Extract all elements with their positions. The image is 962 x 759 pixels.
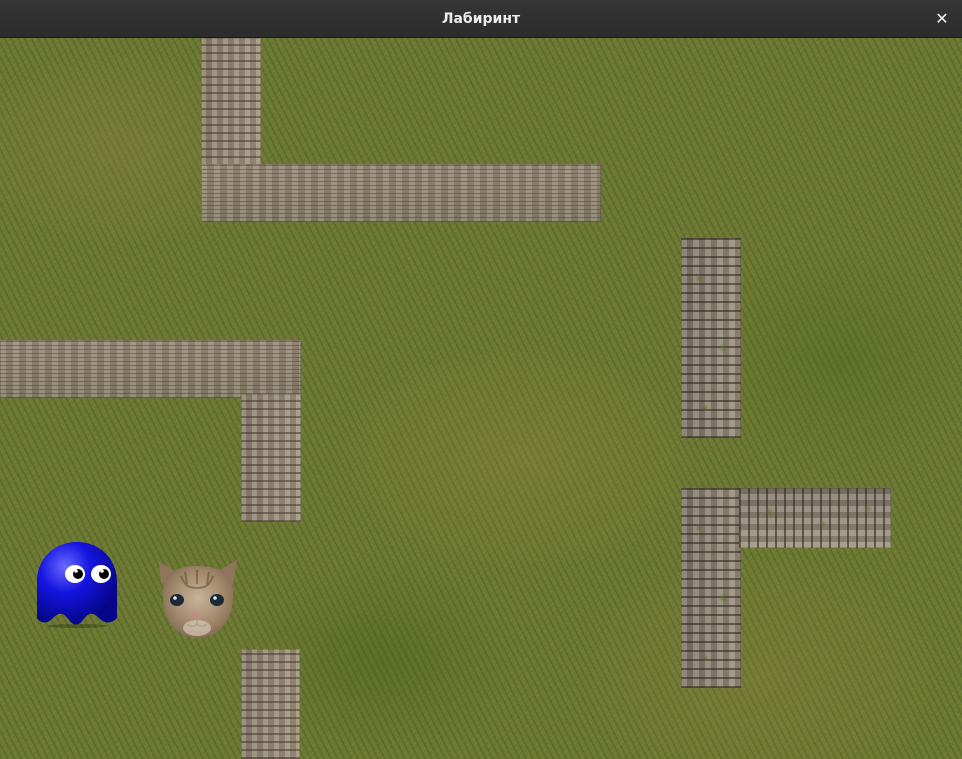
wall-right-lower-vertical <box>681 488 741 688</box>
wall-left-vertical <box>241 394 301 522</box>
wall-bottom-vertical <box>241 649 300 759</box>
maze-field[interactable] <box>0 38 962 759</box>
wall-right-lower-horizontal <box>739 488 891 548</box>
close-button[interactable]: ✕ <box>932 9 952 29</box>
cat-face-icon <box>159 560 237 638</box>
game-window: Лабиринт ✕ <box>0 0 962 759</box>
blue-ghost-icon <box>37 542 117 628</box>
wall-right-upper-vertical <box>681 238 741 438</box>
wall-left-horizontal <box>0 340 301 398</box>
wall-top-horizontal <box>201 164 601 222</box>
wall-top-vertical <box>201 38 261 166</box>
title-bar[interactable]: Лабиринт ✕ <box>0 0 962 38</box>
window-title: Лабиринт <box>441 11 521 27</box>
ghost-right-eye <box>91 565 111 583</box>
ghost-left-eye <box>65 565 85 583</box>
